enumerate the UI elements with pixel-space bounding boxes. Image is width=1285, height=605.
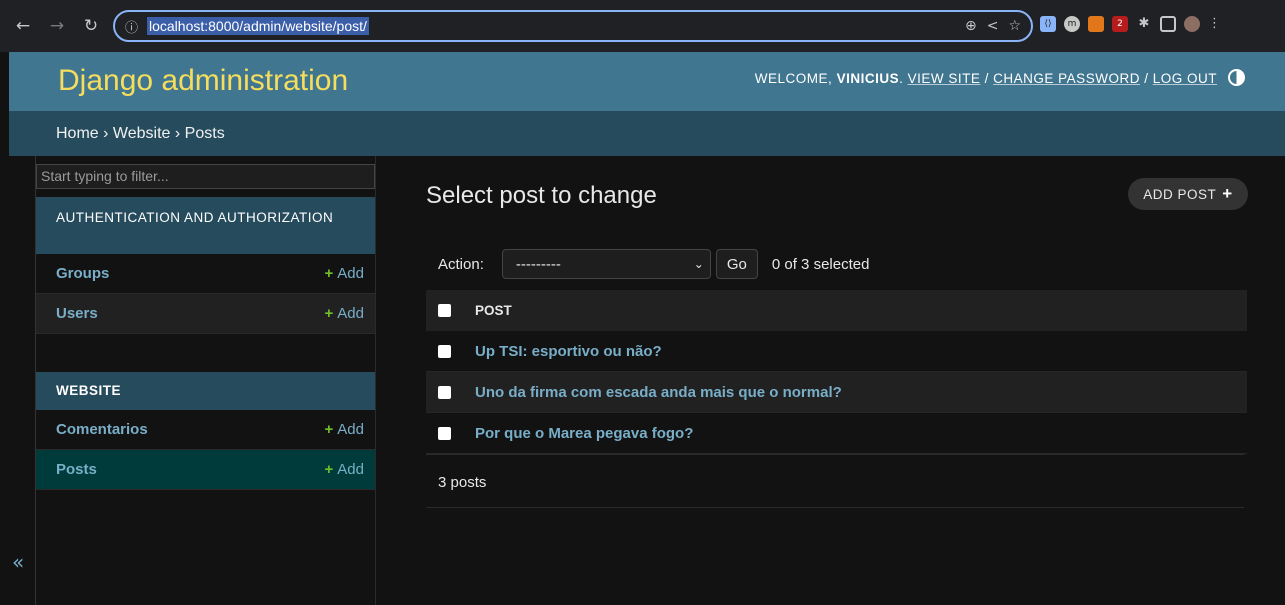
add-groups-link[interactable]: + Add [325,265,364,282]
view-site-link[interactable]: VIEW SITE [908,71,981,86]
bookmark-star-icon[interactable]: ☆ [1008,18,1021,34]
sidebar-item-groups[interactable]: Groups + Add [36,254,375,294]
site-header: Django administration WELCOME, VINICIUS.… [9,52,1285,111]
share-icon[interactable]: < [987,18,999,34]
separator: / [984,71,989,86]
column-header-post[interactable]: POST [475,303,512,318]
sidebar-item-users[interactable]: Users + Add [36,294,375,334]
select-all-checkbox[interactable] [438,304,451,317]
reload-icon[interactable]: ↻ [80,16,102,36]
table-header: POST [426,290,1247,331]
extension-ublock-icon[interactable]: 2 [1112,16,1128,32]
breadcrumb-current: Posts [184,125,225,142]
add-label: Add [337,305,364,322]
model-link-comentarios[interactable]: Comentarios [56,421,148,438]
page-title: Select post to change [426,182,657,209]
site-brand[interactable]: Django administration [58,64,348,98]
welcome-text: WELCOME, [754,71,833,86]
chevron-down-icon: ⌄ [693,257,704,271]
browser-toolbar: ← → ↻ ⓘ localhost:8000/admin/website/pos… [0,0,1285,52]
forward-arrow-icon[interactable]: → [46,16,68,36]
selection-counter: 0 of 3 selected [771,255,870,273]
actions-bar: Action: --------- ⌄ Go 0 of 3 selected [426,246,1247,282]
table-row: Up TSI: esportivo ou não? [426,331,1247,372]
add-posts-link[interactable]: + Add [325,461,364,478]
add-comentarios-link[interactable]: + Add [325,421,364,438]
extensions-puzzle-icon[interactable]: ✱ [1136,16,1152,32]
table-row: Uno da firma com escada anda mais que o … [426,372,1247,413]
table-row: Por que o Marea pegava fogo? [426,413,1247,454]
change-password-link[interactable]: CHANGE PASSWORD [993,71,1140,86]
go-button[interactable]: Go [715,249,758,279]
post-link[interactable]: Por que o Marea pegava fogo? [475,425,693,442]
paginator: 3 posts [426,454,1244,508]
module-caption-auth[interactable]: AUTHENTICATION AND AUTHORIZATION [36,197,375,254]
separator: / [1144,71,1149,86]
plus-icon: + [324,421,334,438]
breadcrumb-separator: › [174,125,181,142]
user-tools: WELCOME, VINICIUS. VIEW SITE / CHANGE PA… [754,71,1217,86]
action-label: Action: [438,255,484,273]
model-link-groups[interactable]: Groups [56,265,109,282]
module-caption-website[interactable]: WEBSITE [36,372,375,410]
add-label: Add [337,461,364,478]
log-out-link[interactable]: LOG OUT [1153,71,1217,86]
menu-kebab-icon[interactable]: ⋮ [1208,16,1221,32]
sidebar-item-posts[interactable]: Posts + Add [36,450,375,490]
collapse-sidebar-icon[interactable]: « [12,550,24,574]
breadcrumb-home[interactable]: Home [56,125,99,142]
plus-icon: + [1222,184,1233,203]
row-checkbox[interactable] [438,426,451,440]
add-post-button[interactable]: ADD POST + [1128,178,1248,210]
action-select-value: --------- [515,255,561,273]
plus-icon: + [324,265,334,282]
breadcrumb-website[interactable]: Website [113,125,171,142]
extension-devtools-icon[interactable]: ⟨⟩ [1040,16,1056,32]
back-arrow-icon[interactable]: ← [12,16,34,36]
row-checkbox[interactable] [438,344,451,358]
plus-icon: + [324,305,334,322]
post-link[interactable]: Uno da firma com escada anda mais que o … [475,384,842,401]
sidebar-toggle-strip[interactable] [0,156,36,605]
add-label: Add [337,421,364,438]
breadcrumb: Home › Website › Posts [9,111,1285,156]
sidebar-item-comentarios[interactable]: Comentarios + Add [36,410,375,450]
model-link-users[interactable]: Users [56,305,98,322]
address-bar[interactable]: ⓘ localhost:8000/admin/website/post/ ⊕ <… [113,10,1033,42]
plus-icon: + [324,461,334,478]
zoom-icon[interactable]: ⊕ [965,18,977,34]
site-info-icon[interactable]: ⓘ [125,17,143,36]
add-post-label: ADD POST [1143,186,1217,202]
username: VINICIUS [836,71,900,86]
extension-metamask-icon[interactable] [1088,16,1104,32]
add-users-link[interactable]: + Add [325,305,364,322]
add-label: Add [337,265,364,282]
row-checkbox[interactable] [438,385,451,399]
profile-avatar[interactable] [1184,16,1200,32]
theme-toggle-icon[interactable] [1228,69,1245,86]
extension-m-icon[interactable]: m [1064,16,1080,32]
post-link[interactable]: Up TSI: esportivo ou não? [475,343,662,360]
url-text[interactable]: localhost:8000/admin/website/post/ [147,17,369,35]
action-select[interactable]: --------- ⌄ [501,249,711,279]
side-panel-icon[interactable] [1160,16,1176,32]
model-link-posts[interactable]: Posts [56,461,97,478]
nav-filter-input[interactable]: Start typing to filter... [36,164,375,189]
breadcrumb-separator: › [103,125,109,142]
